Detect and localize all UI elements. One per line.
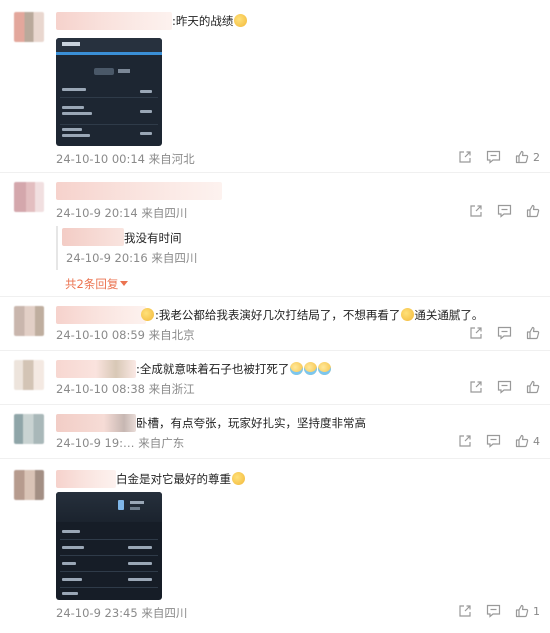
avatar[interactable] [14, 12, 44, 42]
comment-meta: 24-10-10 08:38 来自浙江 [56, 382, 195, 396]
like-button[interactable] [526, 204, 540, 218]
share-button[interactable] [469, 204, 483, 218]
like-button[interactable]: 1 [515, 604, 540, 618]
comment-button[interactable] [497, 380, 512, 394]
username-mask[interactable] [62, 228, 124, 246]
comment-meta: 24-10-9 19:… 来自广东 [56, 436, 185, 450]
share-icon [470, 327, 482, 339]
comment-actions: 4 [444, 434, 540, 448]
comment-actions [455, 204, 540, 218]
comment-icon [497, 204, 512, 218]
crying-emoji-icon [318, 362, 332, 375]
share-button[interactable] [469, 380, 483, 394]
share-icon [470, 205, 482, 217]
comment-button[interactable] [497, 204, 512, 218]
comment-text: :我老公都给我表演好几次打结局了，不想再看了 通关通腻了。 [140, 306, 483, 324]
comment-text: 卧槽，有点夸张，玩家好扎实，坚持度非常高 [136, 416, 366, 430]
crying-emoji-icon [290, 362, 304, 375]
thumbs-up-icon [526, 326, 540, 340]
comment-actions: 1 [444, 604, 540, 618]
comment-icon [486, 604, 501, 618]
username-mask[interactable] [56, 360, 136, 378]
share-button[interactable] [458, 604, 472, 618]
reply-meta: 24-10-9 20:16 来自四川 [66, 251, 198, 265]
share-icon [459, 151, 471, 163]
avatar[interactable] [14, 470, 44, 500]
comment-item: 卧槽，有点夸张，玩家好扎实，坚持度非常高 24-10-9 19:… 来自广东 4 [0, 404, 550, 458]
comment-meta: 24-10-9 20:14 来自四川 [56, 206, 188, 220]
crying-emoji-icon [304, 362, 318, 375]
comment-actions [455, 380, 540, 394]
share-button[interactable] [469, 326, 483, 340]
emoji-icon [141, 308, 154, 321]
comment-text: :全成就意味着石子也被打死了 [136, 360, 332, 378]
comment-meta: 24-10-10 08:59 来自北京 [56, 328, 195, 342]
like-count: 1 [533, 604, 540, 618]
comment-item: 白金是对它最好的尊重 24-10-9 23:45 来自四川 1 [0, 458, 550, 633]
thumbs-up-icon [515, 434, 529, 448]
thumbs-up-icon [526, 204, 540, 218]
like-count: 2 [533, 150, 540, 164]
comment-icon [486, 150, 501, 164]
comment-image[interactable] [56, 38, 162, 146]
avatar[interactable] [14, 414, 44, 444]
like-button[interactable] [526, 326, 540, 340]
comment-actions: 2 [444, 150, 540, 164]
comment-actions [455, 326, 540, 340]
username-mask[interactable] [56, 414, 136, 432]
comment-icon [497, 380, 512, 394]
like-button[interactable] [526, 380, 540, 394]
share-icon [470, 381, 482, 393]
thumbs-up-icon [515, 150, 529, 164]
username-mask[interactable] [56, 306, 146, 324]
comment-image[interactable] [56, 492, 162, 600]
thumbs-up-icon [526, 380, 540, 394]
share-button[interactable] [458, 150, 472, 164]
reply-text: 我没有时间 [124, 231, 182, 245]
username-mask[interactable] [56, 182, 222, 200]
emoji-icon [232, 472, 245, 485]
comment-text: 白金是对它最好的尊重 [116, 470, 245, 488]
comment-button[interactable] [486, 150, 501, 164]
reply-block: 我没有时间 24-10-9 20:16 来自四川 [56, 226, 538, 270]
comment-text: :昨天的战绩 [172, 12, 248, 30]
avatar[interactable] [14, 360, 44, 390]
comment-item: :全成就意味着石子也被打死了 24-10-10 08:38 来自浙江 [0, 350, 550, 404]
like-button[interactable]: 4 [515, 434, 540, 448]
thumbs-up-icon [515, 604, 529, 618]
comment-button[interactable] [486, 434, 501, 448]
emoji-icon [401, 308, 415, 321]
username-mask[interactable] [56, 12, 172, 30]
comment-item: :我老公都给我表演好几次打结局了，不想再看了 通关通腻了。 24-10-10 08… [0, 296, 550, 350]
share-icon [459, 605, 471, 617]
like-count: 4 [533, 434, 540, 448]
avatar[interactable] [14, 182, 44, 212]
comment-meta: 24-10-9 23:45 来自四川 [56, 606, 188, 620]
comment-item: 24-10-9 20:14 来自四川 我没有时间 24-10-9 20:16 来… [0, 172, 550, 294]
more-replies-link[interactable]: 共2条回复 [65, 276, 129, 292]
like-button[interactable]: 2 [515, 150, 540, 164]
comment-icon [486, 434, 501, 448]
username-mask[interactable] [56, 470, 116, 488]
comment-button[interactable] [486, 604, 501, 618]
avatar[interactable] [14, 306, 44, 336]
comment-meta: 24-10-10 00:14 来自河北 [56, 152, 195, 166]
comment-icon [497, 326, 512, 340]
comment-item: :昨天的战绩 24-10-10 00:14 来自河北 2 [0, 0, 550, 170]
caret-down-icon [120, 281, 129, 286]
comment-button[interactable] [497, 326, 512, 340]
share-icon [459, 435, 471, 447]
share-button[interactable] [458, 434, 472, 448]
emoji-icon [234, 14, 248, 27]
